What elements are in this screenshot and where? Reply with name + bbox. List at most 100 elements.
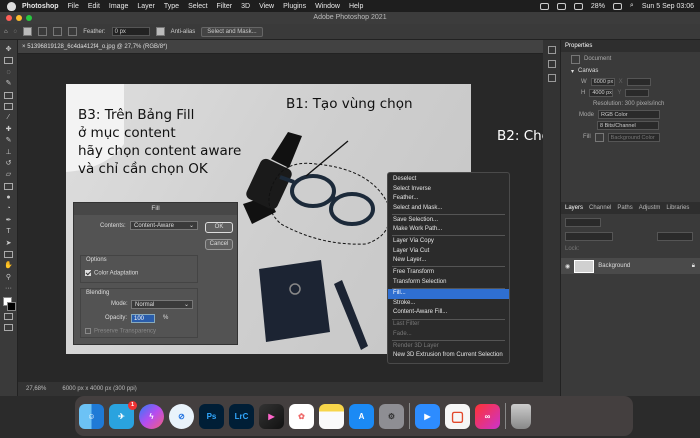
context-menu-item-stroke[interactable]: Stroke... bbox=[388, 299, 509, 309]
tab-properties[interactable]: Properties bbox=[565, 43, 592, 49]
tab-libraries[interactable]: Libraries bbox=[666, 205, 689, 211]
intersect-selection-icon[interactable] bbox=[68, 27, 78, 36]
healing-brush-tool-icon[interactable]: ✚ bbox=[4, 126, 13, 133]
status-wifi-icon[interactable] bbox=[573, 2, 583, 10]
quick-select-tool-icon[interactable]: ✎ bbox=[4, 80, 13, 87]
menu-edit[interactable]: Edit bbox=[88, 3, 100, 10]
menu-plugins[interactable]: Plugins bbox=[283, 3, 306, 10]
height-input[interactable]: 4000 px bbox=[589, 88, 614, 97]
background-color-swatch[interactable] bbox=[7, 301, 16, 311]
ok-button[interactable]: OK bbox=[205, 222, 233, 233]
crop-tool-icon[interactable] bbox=[4, 91, 13, 99]
blend-mode-select[interactable] bbox=[565, 232, 613, 241]
preserve-transparency-checkbox[interactable] bbox=[85, 328, 91, 334]
color-adaptation-checkbox[interactable] bbox=[85, 270, 91, 276]
mode-select[interactable]: RGB Color bbox=[598, 110, 661, 119]
preserve-transparency-row[interactable]: Preserve Transparency bbox=[85, 328, 156, 335]
context-menu-item-deselect[interactable]: Deselect bbox=[388, 175, 509, 185]
layer-name[interactable]: Background bbox=[598, 263, 630, 269]
tab-paths[interactable]: Paths bbox=[617, 205, 632, 211]
app-store-icon[interactable]: A bbox=[349, 403, 374, 429]
subtract-selection-icon[interactable] bbox=[53, 27, 63, 36]
context-menu-item-content-aware-fill[interactable]: Content-Aware Fill... bbox=[388, 308, 509, 318]
chevron-down-icon[interactable]: ▾ bbox=[571, 68, 574, 75]
dodge-tool-icon[interactable]: ◔ bbox=[4, 205, 13, 212]
path-select-tool-icon[interactable]: ➤ bbox=[4, 240, 13, 247]
search-icon[interactable]: ⌕ bbox=[630, 2, 634, 10]
menu-layer[interactable]: Layer bbox=[137, 3, 155, 10]
quick-mask-icon[interactable] bbox=[4, 312, 13, 320]
feather-input[interactable]: 0 px bbox=[111, 27, 150, 36]
frame-tool-icon[interactable] bbox=[4, 102, 13, 110]
tab-layers[interactable]: Layers bbox=[565, 205, 583, 211]
lasso-tool-preset-icon[interactable]: ◌ bbox=[14, 29, 18, 35]
contents-select[interactable]: Content-Aware ⌄ bbox=[130, 221, 198, 230]
context-menu-item-fill[interactable]: Fill... bbox=[388, 289, 509, 299]
close-window-button[interactable] bbox=[6, 15, 12, 21]
trash-icon[interactable] bbox=[511, 403, 531, 429]
tab-channels[interactable]: Channel bbox=[589, 205, 611, 211]
clock[interactable]: Sun 5 Sep 03:06 bbox=[642, 3, 694, 10]
context-menu-item-layer-via-cut[interactable]: Layer Via Cut bbox=[388, 247, 509, 257]
blur-tool-icon[interactable]: ● bbox=[4, 194, 13, 201]
final-cut-pro-icon[interactable]: ▶ bbox=[259, 403, 284, 429]
context-menu-item-select-inverse[interactable]: Select Inverse bbox=[388, 185, 509, 195]
menu-file[interactable]: File bbox=[68, 3, 79, 10]
width-input[interactable]: 6000 px bbox=[590, 77, 615, 86]
minimize-window-button[interactable] bbox=[16, 15, 22, 21]
move-tool-icon[interactable]: ✥ bbox=[4, 46, 13, 53]
layer-filter-select[interactable] bbox=[565, 218, 601, 227]
menu-filter[interactable]: Filter bbox=[217, 3, 233, 10]
bits-select[interactable]: 8 Bits/Channel bbox=[597, 121, 659, 130]
menu-image[interactable]: Image bbox=[109, 3, 128, 10]
photoshop-icon[interactable]: Ps bbox=[199, 403, 224, 429]
eraser-tool-icon[interactable]: ▱ bbox=[4, 171, 13, 178]
screen-mode-icon[interactable] bbox=[4, 323, 13, 331]
add-selection-icon[interactable] bbox=[38, 27, 48, 36]
document-tab[interactable]: × 51396819128_6c4da412f4_o.jpg @ 27,7% (… bbox=[18, 40, 558, 54]
new-selection-icon[interactable] bbox=[23, 27, 33, 36]
menu-3d[interactable]: 3D bbox=[241, 3, 250, 10]
layer-row-background[interactable]: ◉ Background 🔒︎ bbox=[561, 258, 700, 274]
close-tab-icon[interactable]: × bbox=[22, 44, 26, 50]
mode-select[interactable]: Normal ⌄ bbox=[131, 300, 193, 309]
status-app-icon[interactable] bbox=[539, 2, 549, 10]
messenger-icon[interactable]: ϟ bbox=[139, 403, 164, 429]
notes-icon[interactable] bbox=[319, 403, 344, 429]
fill-color-swatch[interactable] bbox=[594, 132, 604, 142]
marquee-tool-icon[interactable] bbox=[4, 57, 13, 65]
eyedropper-tool-icon[interactable]: ⁄ bbox=[4, 114, 13, 121]
menu-view[interactable]: View bbox=[259, 3, 274, 10]
status-screen-icon[interactable] bbox=[556, 2, 566, 10]
hand-tool-icon[interactable]: ✋ bbox=[4, 262, 13, 269]
battery-percent[interactable]: 28% bbox=[591, 3, 605, 10]
zoom-level[interactable]: 27,68% bbox=[26, 386, 46, 392]
select-and-mask-button[interactable]: Select and Mask... bbox=[201, 26, 263, 37]
telegram-icon[interactable]: ✈ 1 bbox=[109, 400, 137, 429]
color-adaptation-row[interactable]: Color Adaptation bbox=[85, 270, 138, 277]
menu-type[interactable]: Type bbox=[164, 3, 179, 10]
pen-tool-icon[interactable]: ✒ bbox=[4, 217, 13, 224]
cancel-button[interactable]: Cancel bbox=[205, 239, 233, 250]
context-menu-item-free-transform[interactable]: Free Transform bbox=[388, 268, 509, 278]
zoom-window-button[interactable] bbox=[26, 15, 32, 21]
antialias-checkbox[interactable] bbox=[155, 27, 165, 36]
system-preferences-icon[interactable]: ⚙ bbox=[379, 403, 404, 429]
creative-cloud-icon[interactable]: ∞ bbox=[475, 403, 500, 429]
tab-adjustments[interactable]: Adjustm bbox=[639, 205, 661, 211]
home-icon[interactable]: ⌂ bbox=[4, 29, 8, 35]
menu-select[interactable]: Select bbox=[188, 3, 207, 10]
clone-stamp-tool-icon[interactable]: ⊥ bbox=[4, 149, 13, 156]
safari-icon[interactable]: ⊘ bbox=[169, 403, 194, 429]
office-icon[interactable]: ▢ bbox=[445, 403, 470, 429]
zoom-app-icon[interactable]: ▶ bbox=[415, 403, 440, 429]
brushes-panel-icon[interactable] bbox=[547, 74, 556, 82]
lightroom-classic-icon[interactable]: LrC bbox=[229, 403, 254, 429]
context-menu-item-make-work-path[interactable]: Make Work Path... bbox=[388, 225, 509, 235]
type-tool-icon[interactable]: T bbox=[4, 228, 13, 235]
menu-window[interactable]: Window bbox=[315, 3, 340, 10]
more-tools-icon[interactable]: ··· bbox=[4, 285, 13, 292]
lasso-tool-icon[interactable]: ◌ bbox=[4, 69, 13, 76]
rectangle-tool-icon[interactable] bbox=[4, 251, 13, 259]
context-menu-item-new-layer[interactable]: New Layer... bbox=[388, 256, 509, 266]
